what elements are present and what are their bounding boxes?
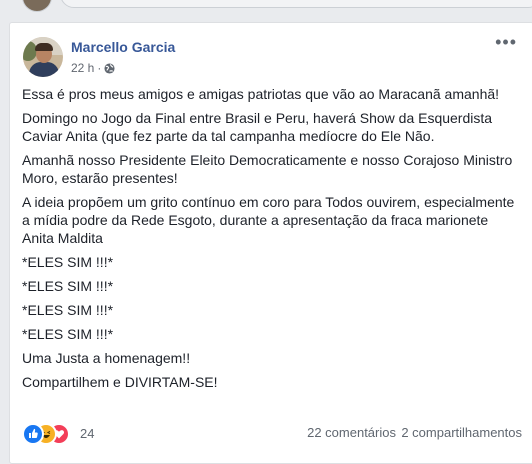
post-paragraph: *ELES SIM !!!*: [22, 326, 114, 342]
post-card: Marcello Garcia 22 h · ••• Essa é pros m…: [9, 22, 532, 464]
post-author-name[interactable]: Marcello Garcia: [71, 39, 175, 55]
post-body: Essa é pros meus amigos e amigas patriot…: [22, 85, 522, 397]
composer-avatar[interactable]: [22, 0, 52, 12]
post-paragraph: A ideia propõem um grito contínuo em cor…: [22, 194, 515, 246]
post-paragraph: Compartilhem e DIVIRTAM-SE!: [22, 374, 218, 390]
post-paragraph: *ELES SIM !!!*: [22, 278, 114, 294]
post-options-button[interactable]: •••: [495, 33, 517, 51]
post-paragraph: Uma Justa a homenagem!!: [22, 350, 191, 366]
meta-separator: ·: [97, 61, 102, 75]
reaction-count[interactable]: 24: [80, 426, 94, 441]
shares-count-link[interactable]: 2 compartilhamentos: [401, 425, 522, 440]
post-paragraph: Essa é pros meus amigos e amigas patriot…: [22, 86, 500, 102]
composer-input[interactable]: [60, 0, 532, 8]
post-meta: 22 h ·: [71, 61, 115, 75]
post-timestamp[interactable]: 22 h: [71, 61, 94, 75]
top-composer-strip: [0, 0, 532, 14]
post-paragraph: Amanhã nosso Presidente Eleito Democrati…: [22, 152, 513, 186]
post-footer: 24 22 comentários 2 compartilhamentos: [22, 421, 522, 445]
post-paragraph: Domingo no Jogo da Final entre Brasil e …: [22, 110, 493, 144]
avatar[interactable]: [23, 37, 63, 77]
post-paragraph: *ELES SIM !!!*: [22, 254, 114, 270]
like-icon: [22, 423, 44, 445]
comments-count-link[interactable]: 22 comentários: [307, 425, 396, 440]
post-paragraph: *ELES SIM !!!*: [22, 302, 114, 318]
globe-icon[interactable]: [104, 62, 115, 74]
